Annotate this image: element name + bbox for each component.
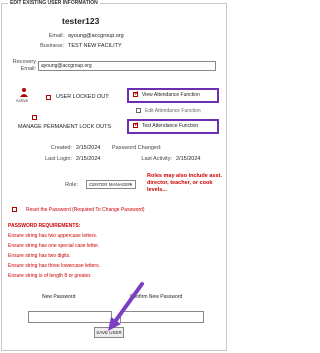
manage-lockouts-label: MANAGE PERMANENT LOCK OUTS — [18, 124, 112, 130]
business-label: Business: — [40, 43, 64, 49]
test-attendance-label: Test Attendance Function — [142, 123, 199, 129]
locked-out-label: USER LOCKED OUT: — [56, 94, 110, 100]
view-attendance-checkbox[interactable] — [133, 90, 139, 97]
edit-attendance-label: Edit Attendance Function — [145, 108, 201, 114]
requirements-title: PASSWORD REQUIREMENTS: — [8, 223, 81, 229]
reset-password-checkbox[interactable] — [12, 207, 17, 212]
recovery-label-line1: Recovery — [12, 59, 36, 65]
save-user-button[interactable]: SAVE USER — [94, 327, 124, 338]
user-icon — [20, 88, 28, 97]
email-value: ayoung@accgroup.org — [68, 33, 124, 39]
chevron-down-icon: ▼ — [129, 182, 133, 187]
edit-attendance-checkbox[interactable] — [136, 108, 141, 113]
requirement-item: Ensure string has two uppercase letters. — [8, 233, 98, 239]
username-title: tester123 — [62, 16, 100, 26]
section-legend: EDIT EXISTING USER INFORMATION — [8, 0, 100, 6]
confirm-password-input[interactable] — [120, 311, 204, 323]
locked-out-checkbox[interactable] — [46, 95, 51, 100]
role-note: Roles may also include asst. director, t… — [147, 173, 222, 193]
requirement-item: Ensure string has two digits. — [8, 253, 71, 259]
active-label: Active — [15, 98, 29, 103]
email-label: Email: — [48, 33, 64, 39]
role-label: Role: — [65, 182, 78, 188]
last-login-value: 2/15/2024 — [76, 156, 101, 162]
manage-lockouts-checkbox[interactable] — [32, 115, 37, 120]
last-activity-value: 2/15/2024 — [176, 156, 201, 162]
created-label: Created: — [50, 145, 72, 151]
new-password-label: New Password — [42, 294, 76, 300]
business-value: TEST NEW FACILITY — [68, 43, 122, 49]
last-activity-label: Last Activity: — [141, 156, 172, 162]
new-password-input[interactable] — [28, 311, 112, 323]
role-selected-value: CENTER MANAGER — [89, 182, 132, 187]
recovery-label-line2: Email: — [20, 66, 36, 72]
confirm-password-label: Confirm New Password — [130, 294, 183, 300]
view-attendance-label: View Attendance Function — [142, 92, 200, 98]
edit-user-panel: EDIT EXISTING USER INFORMATION tester123… — [1, 0, 227, 351]
requirement-item: Ensure string has three lowercase letter… — [8, 263, 100, 269]
created-value: 2/15/2024 — [76, 145, 101, 151]
last-login-label: Last Login: — [45, 156, 72, 162]
requirement-item: Ensure string is of length 8 or greater. — [8, 273, 92, 279]
requirement-item: Ensure string has one special case lette… — [8, 243, 100, 249]
password-changed-label: Password Changed: — [112, 145, 162, 151]
role-select[interactable]: CENTER MANAGER ▼ — [86, 180, 136, 189]
test-attendance-checkbox[interactable] — [133, 121, 139, 128]
reset-password-label: Reset the Password (Required To Change P… — [26, 207, 145, 213]
recovery-email-input[interactable]: ayoung@accgroup.org — [38, 61, 216, 71]
